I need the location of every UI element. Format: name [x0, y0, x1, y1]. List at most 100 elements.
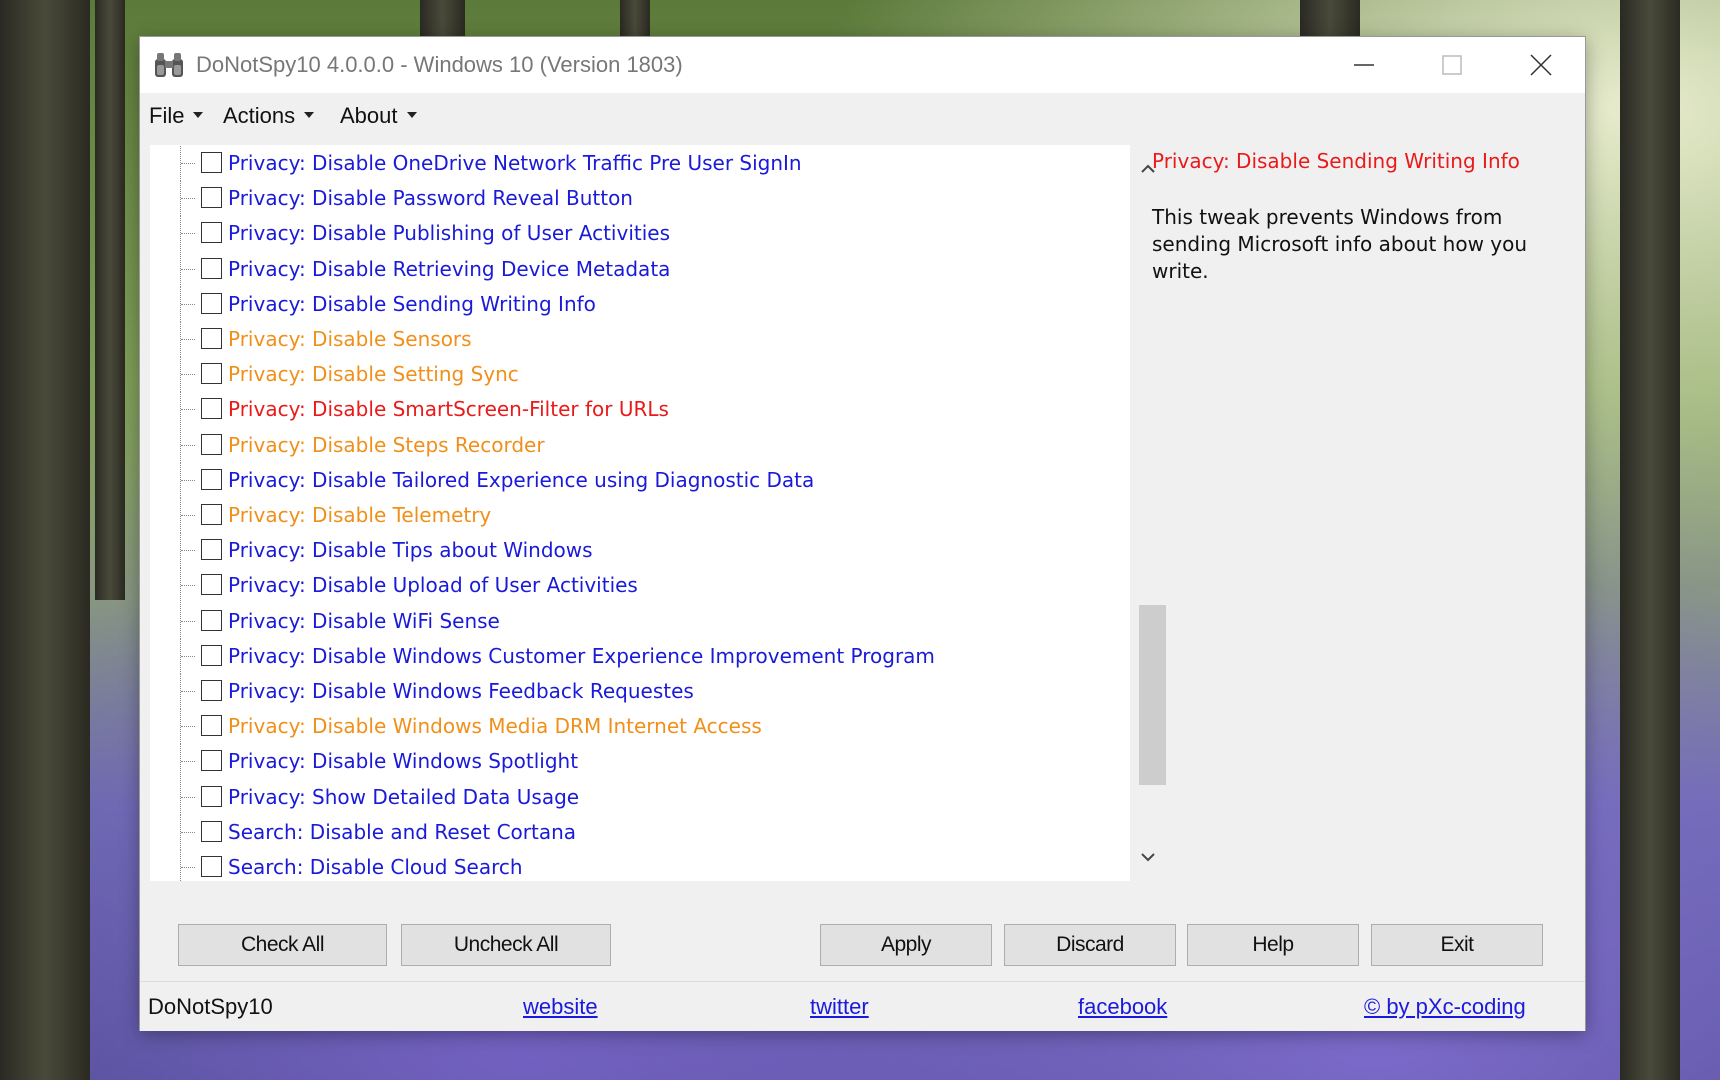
tweak-checkbox[interactable]	[201, 785, 222, 807]
discard-button[interactable]: Discard	[1004, 924, 1176, 966]
facebook-link[interactable]: facebook	[1078, 994, 1167, 1020]
background-trunk	[420, 0, 465, 40]
tweak-tree[interactable]: Privacy: Disable OneDrive Network Traffi…	[150, 145, 1166, 881]
tweak-label[interactable]: Privacy: Disable Password Reveal Button	[228, 186, 633, 210]
menu-actions[interactable]: Actions	[223, 103, 315, 129]
tweak-label[interactable]: Privacy: Disable Windows Feedback Reques…	[228, 679, 694, 703]
maximize-button[interactable]	[1408, 37, 1496, 93]
tree-connector	[181, 550, 195, 552]
tweak-row[interactable]: Privacy: Disable Steps Recorder	[150, 427, 1130, 463]
tweak-label[interactable]: Privacy: Disable Telemetry	[228, 503, 491, 527]
tweak-label[interactable]: Privacy: Disable Tailored Experience usi…	[228, 468, 814, 492]
tweak-label[interactable]: Privacy: Disable Windows Spotlight	[228, 749, 578, 773]
tweak-label[interactable]: Privacy: Disable Windows Media DRM Inter…	[228, 714, 762, 738]
copyright-link[interactable]: © by pXc-coding	[1364, 994, 1526, 1020]
check-all-button[interactable]: Check All	[178, 924, 387, 966]
tweak-label[interactable]: Privacy: Disable OneDrive Network Traffi…	[228, 151, 802, 175]
tweak-row[interactable]: Privacy: Disable Windows Spotlight	[150, 744, 1130, 780]
tweak-row[interactable]: Privacy: Disable Sensors	[150, 322, 1130, 357]
chevron-down-icon	[1141, 853, 1155, 862]
tweak-label[interactable]: Privacy: Disable Sensors	[228, 327, 472, 351]
help-button[interactable]: Help	[1187, 924, 1359, 966]
tweak-label[interactable]: Privacy: Show Detailed Data Usage	[228, 785, 579, 809]
menu-about[interactable]: About	[340, 103, 417, 129]
minimize-button[interactable]	[1320, 37, 1408, 93]
menu-about-label: About	[340, 103, 398, 128]
tweak-row[interactable]: Privacy: Disable Windows Media DRM Inter…	[150, 709, 1130, 745]
tweak-checkbox[interactable]	[201, 222, 222, 244]
tweak-row[interactable]: Search: Disable Cloud Search	[150, 850, 1130, 881]
tweak-checkbox[interactable]	[201, 680, 222, 701]
tweak-row[interactable]: Privacy: Disable Upload of User Activiti…	[150, 568, 1130, 604]
tweak-list: Privacy: Disable OneDrive Network Traffi…	[150, 145, 1130, 881]
twitter-link[interactable]: twitter	[810, 994, 869, 1020]
tweak-checkbox[interactable]	[201, 644, 222, 666]
tweak-checkbox[interactable]	[201, 398, 222, 420]
tweak-checkbox[interactable]	[201, 820, 222, 842]
tweak-row[interactable]: Privacy: Disable WiFi Sense	[150, 603, 1130, 639]
tweak-checkbox[interactable]	[201, 856, 222, 877]
tweak-checkbox[interactable]	[201, 363, 222, 385]
scroll-down-button[interactable]	[1130, 839, 1166, 875]
status-app-name: DoNotSpy10	[148, 994, 273, 1019]
apply-button[interactable]: Apply	[820, 924, 992, 966]
website-link[interactable]: website	[523, 994, 598, 1020]
menu-file[interactable]: File	[149, 103, 204, 129]
binoculars-icon	[155, 53, 183, 77]
tweak-label[interactable]: Privacy: Disable Setting Sync	[228, 362, 519, 386]
tweak-row[interactable]: Privacy: Disable Publishing of User Acti…	[150, 216, 1130, 252]
tweak-label[interactable]: Search: Disable Cloud Search	[228, 855, 523, 879]
scroll-thumb[interactable]	[1139, 605, 1166, 785]
tweak-row[interactable]: Privacy: Disable Telemetry	[150, 498, 1130, 533]
tree-connector	[181, 796, 195, 798]
close-icon	[1530, 54, 1552, 76]
tweak-label[interactable]: Privacy: Disable Upload of User Activiti…	[228, 573, 638, 597]
tweak-row[interactable]: Privacy: Disable Tips about Windows	[150, 533, 1130, 569]
tweak-checkbox[interactable]	[201, 257, 222, 279]
tweak-checkbox[interactable]	[201, 152, 222, 173]
tweak-checkbox[interactable]	[201, 187, 222, 209]
tweak-label[interactable]: Privacy: Disable Steps Recorder	[228, 433, 545, 457]
tweak-checkbox[interactable]	[201, 504, 222, 525]
tweak-label[interactable]: Search: Disable and Reset Cortana	[228, 820, 576, 844]
tweak-checkbox[interactable]	[201, 468, 222, 490]
title-bar[interactable]: DoNotSpy10 4.0.0.0 - Windows 10 (Version…	[140, 37, 1585, 93]
menu-bar: File Actions About	[140, 93, 1585, 137]
tweak-label[interactable]: Privacy: Disable Windows Customer Experi…	[228, 644, 935, 668]
tweak-checkbox[interactable]	[201, 574, 222, 596]
tweak-checkbox[interactable]	[201, 715, 222, 737]
tweak-row[interactable]: Privacy: Disable Sending Writing Info	[150, 286, 1130, 322]
tweak-checkbox[interactable]	[201, 609, 222, 631]
tweak-row[interactable]: Privacy: Disable Setting Sync	[150, 357, 1130, 393]
tweak-label[interactable]: Privacy: Disable Publishing of User Acti…	[228, 221, 670, 245]
tweak-row[interactable]: Privacy: Disable Windows Feedback Reques…	[150, 674, 1130, 709]
tweak-row[interactable]: Privacy: Disable OneDrive Network Traffi…	[150, 146, 1130, 181]
tweak-row[interactable]: Privacy: Disable Windows Customer Experi…	[150, 638, 1130, 674]
tweak-label[interactable]: Privacy: Disable SmartScreen-Filter for …	[228, 397, 669, 421]
status-bar: DoNotSpy10 website twitter facebook © by…	[140, 981, 1585, 1031]
tweak-checkbox[interactable]	[201, 750, 222, 772]
tweak-label[interactable]: Privacy: Disable Retrieving Device Metad…	[228, 257, 670, 281]
tweak-label[interactable]: Privacy: Disable WiFi Sense	[228, 609, 500, 633]
uncheck-all-button[interactable]: Uncheck All	[401, 924, 611, 966]
tweak-row[interactable]: Search: Disable and Reset Cortana	[150, 814, 1130, 850]
tweak-row[interactable]: Privacy: Disable Password Reveal Button	[150, 181, 1130, 217]
tweak-row[interactable]: Privacy: Disable Tailored Experience usi…	[150, 462, 1130, 498]
tweak-checkbox[interactable]	[201, 433, 222, 455]
tweak-label[interactable]: Privacy: Disable Tips about Windows	[228, 538, 593, 562]
description-title: Privacy: Disable Sending Writing Info	[1152, 149, 1520, 173]
close-button[interactable]	[1497, 37, 1585, 93]
tweak-row[interactable]: Privacy: Show Detailed Data Usage	[150, 779, 1130, 815]
tree-connector	[181, 303, 195, 305]
tree-connector	[180, 850, 181, 881]
caret-down-icon	[193, 112, 204, 119]
tree-connector	[181, 409, 195, 411]
tweak-checkbox[interactable]	[201, 292, 222, 314]
exit-button[interactable]: Exit	[1371, 924, 1543, 966]
tweak-row[interactable]: Privacy: Disable SmartScreen-Filter for …	[150, 392, 1130, 428]
tree-connector	[181, 691, 195, 692]
tweak-row[interactable]: Privacy: Disable Retrieving Device Metad…	[150, 251, 1130, 287]
tweak-checkbox[interactable]	[201, 328, 222, 349]
tweak-label[interactable]: Privacy: Disable Sending Writing Info	[228, 292, 596, 316]
tweak-checkbox[interactable]	[201, 539, 222, 561]
